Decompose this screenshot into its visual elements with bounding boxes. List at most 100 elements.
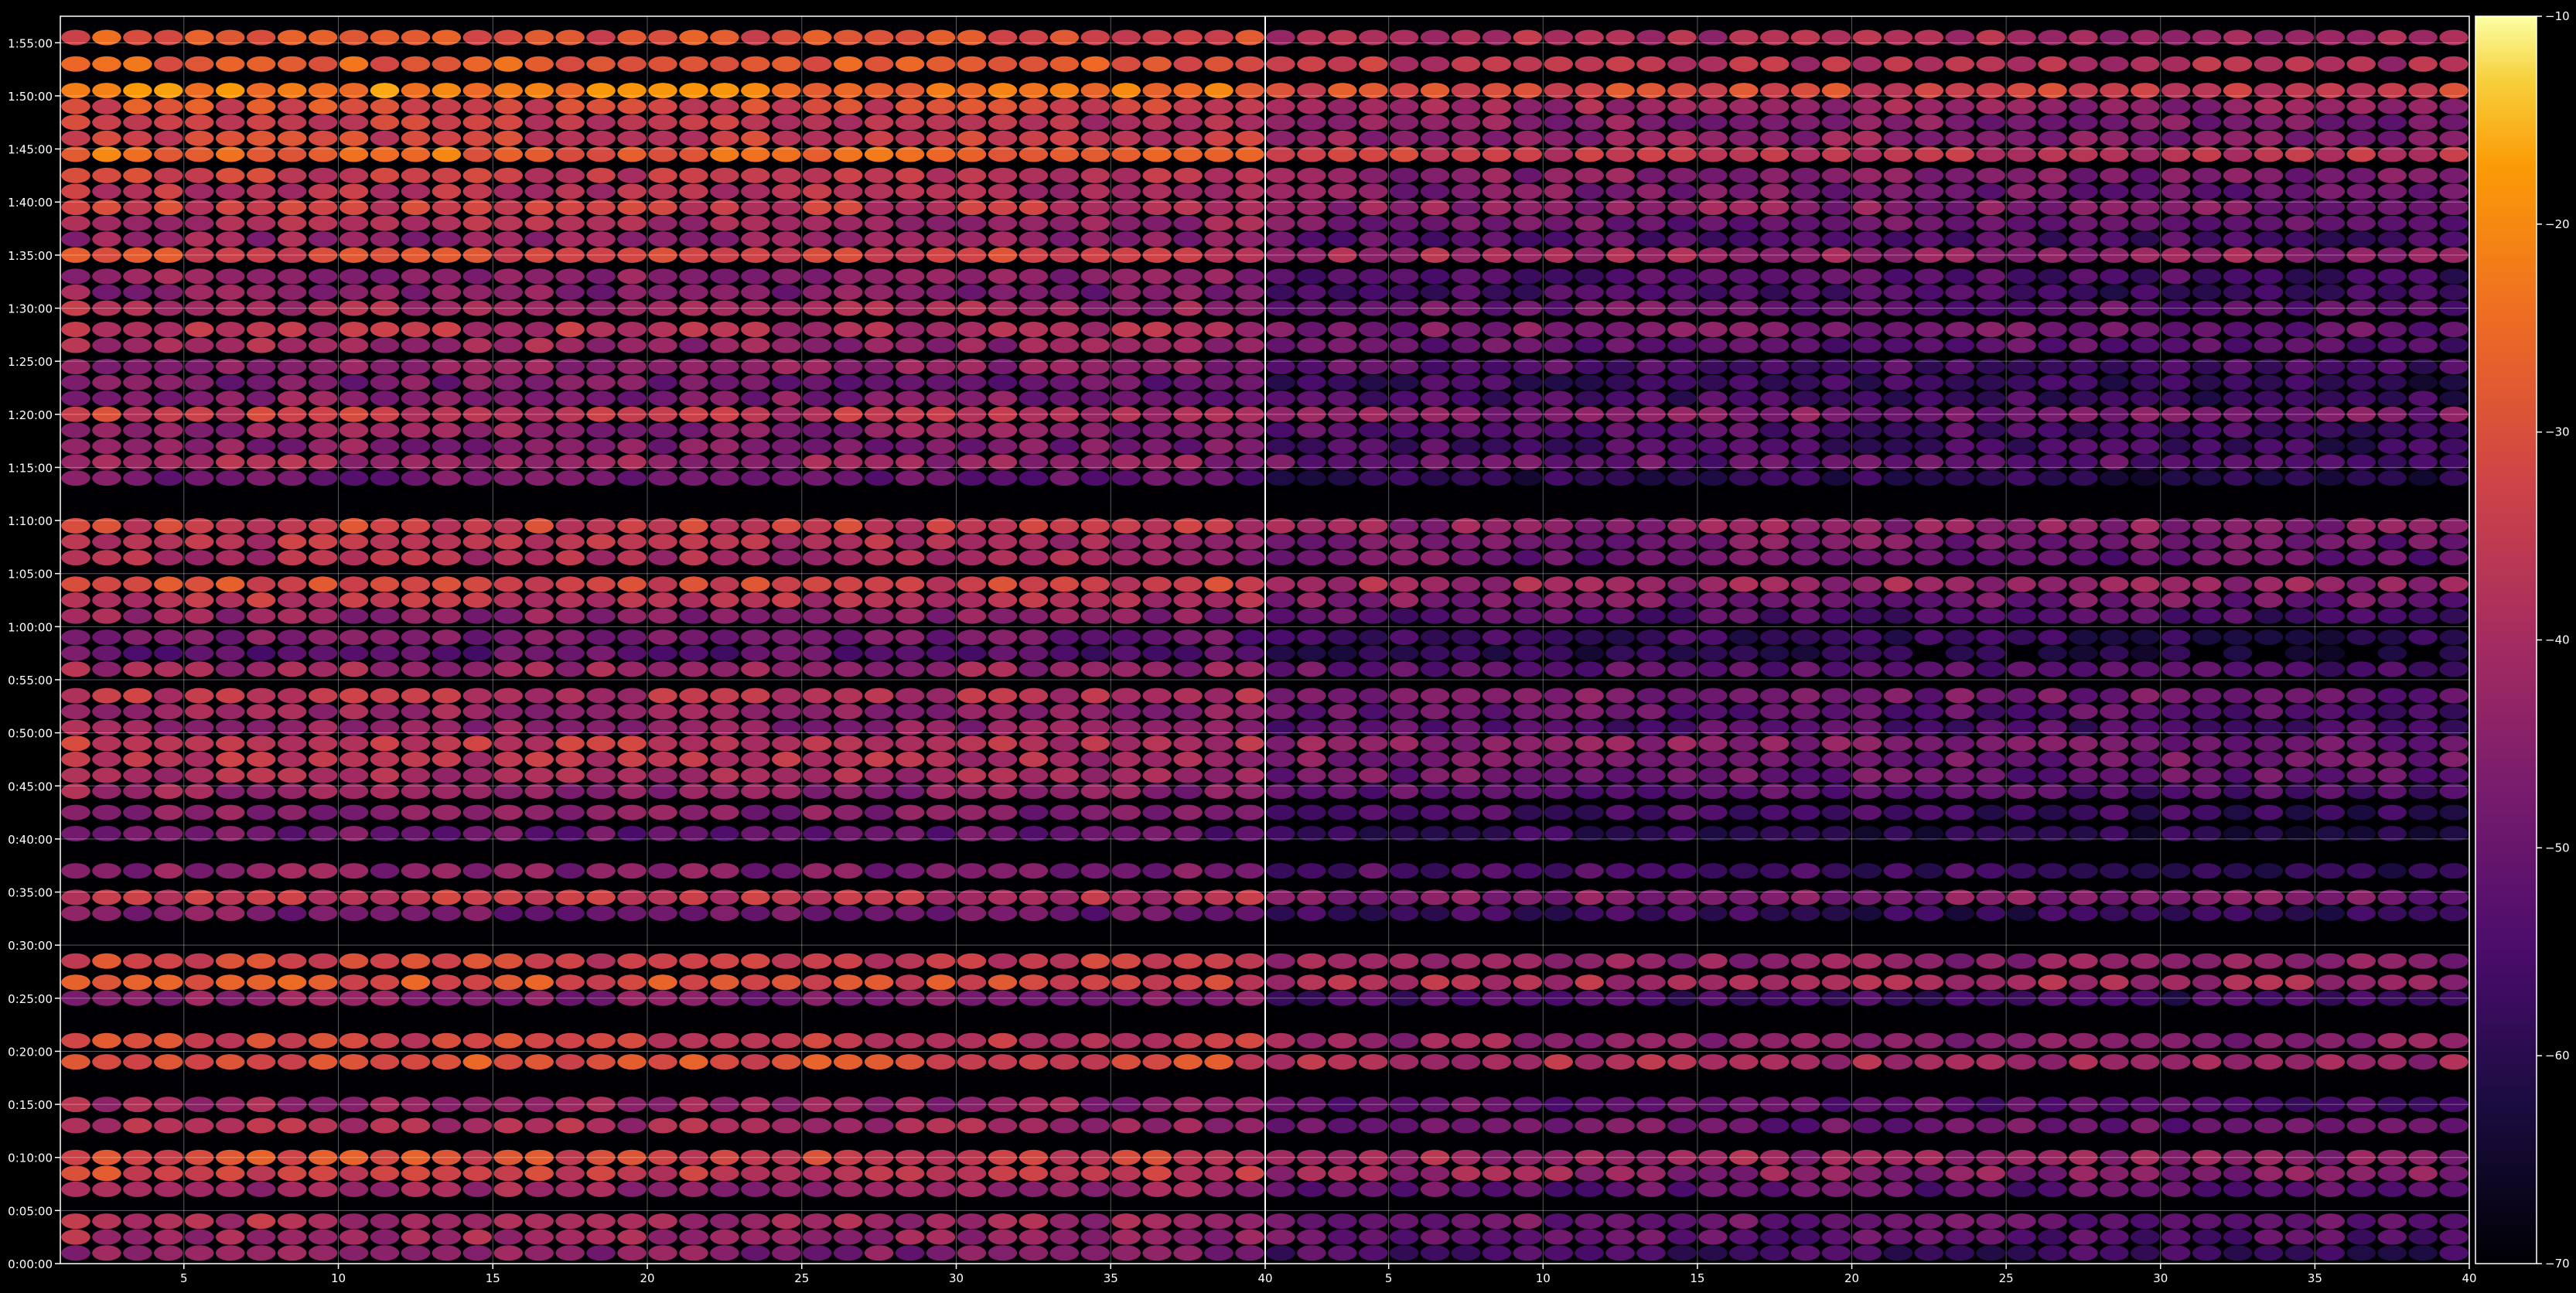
- heat-cell: [586, 661, 616, 677]
- heat-cell: [1914, 608, 1944, 624]
- heat-cell: [2100, 167, 2129, 183]
- heat-cell: [1204, 391, 1233, 407]
- heat-cell: [524, 704, 554, 720]
- heat-cell: [2192, 1054, 2222, 1070]
- heat-cell: [1080, 629, 1111, 646]
- heat-cell: [1080, 592, 1111, 609]
- heat-cell: [1018, 183, 1049, 200]
- heat-cell: [1018, 114, 1049, 131]
- heat-cell: [1049, 687, 1080, 704]
- x-tick-label: 20: [640, 1271, 654, 1285]
- heat-cell: [2161, 953, 2191, 969]
- heat-cell: [2346, 592, 2376, 609]
- heat-cell: [2408, 863, 2438, 879]
- heat-cell: [2315, 1245, 2346, 1261]
- heat-cell: [1204, 704, 1233, 720]
- heat-cell: [1914, 534, 1944, 550]
- heat-cell: [802, 804, 832, 820]
- heat-cell: [741, 321, 770, 337]
- heat-cell: [154, 1032, 183, 1049]
- heat-cell: [679, 114, 708, 131]
- heat-cell: [2161, 56, 2191, 72]
- heat-cell: [2131, 231, 2160, 247]
- heat-cell: [1575, 438, 1604, 454]
- heat-cell: [1420, 534, 1450, 550]
- heat-cell: [2069, 268, 2098, 285]
- heat-cell: [1389, 422, 1419, 438]
- heat-cell: [1759, 1054, 1790, 1070]
- heat-cell: [154, 374, 183, 391]
- heat-cell: [586, 321, 616, 337]
- heat-cell: [1173, 1213, 1203, 1230]
- heat-cell: [1852, 1054, 1882, 1070]
- heat-cell: [1852, 438, 1882, 454]
- heat-cell: [246, 1032, 276, 1049]
- heat-cell: [1698, 438, 1728, 454]
- heat-cell: [1420, 1165, 1450, 1182]
- heat-cell: [524, 56, 554, 72]
- heat-cell: [1852, 1117, 1882, 1134]
- heat-cell: [1821, 422, 1851, 438]
- heat-cell: [1018, 608, 1049, 624]
- heat-cell: [1080, 704, 1111, 720]
- heat-cell: [246, 804, 276, 820]
- heat-cell: [2408, 1032, 2438, 1049]
- heat-cell: [802, 183, 832, 200]
- heat-cell: [308, 974, 338, 991]
- heat-cell: [1235, 470, 1264, 486]
- heat-cell: [2284, 629, 2315, 646]
- heat-cell: [1976, 645, 2005, 661]
- heat-cell: [2315, 645, 2346, 661]
- heat-cell: [648, 438, 677, 454]
- heat-cell: [710, 470, 739, 486]
- heat-cell: [1883, 863, 1913, 879]
- heat-cell: [772, 905, 801, 921]
- heat-cell: [833, 550, 863, 566]
- heat-cell: [1605, 167, 1635, 183]
- heat-cell: [154, 268, 183, 285]
- heat-cell: [401, 374, 431, 391]
- heat-cell: [2131, 1213, 2160, 1230]
- heat-cell: [926, 215, 956, 231]
- heat-cell: [1513, 422, 1543, 438]
- heat-cell: [555, 167, 585, 183]
- heat-cell: [2161, 1032, 2191, 1049]
- heat-cell: [2192, 268, 2222, 285]
- heat-cell: [2408, 337, 2438, 353]
- heat-cell: [493, 704, 524, 720]
- heat-cell: [1173, 704, 1203, 720]
- heat-cell: [462, 374, 493, 391]
- heat-cell: [2408, 1054, 2438, 1070]
- heat-cell: [61, 438, 90, 454]
- heat-cell: [1389, 735, 1419, 752]
- heat-cell: [2408, 1229, 2438, 1245]
- heat-cell: [1821, 1181, 1851, 1197]
- heat-cell: [339, 863, 369, 879]
- heat-cell: [1976, 534, 2005, 550]
- heat-cell: [2254, 215, 2284, 231]
- heat-cell: [2408, 470, 2438, 486]
- heat-cell: [401, 735, 431, 752]
- heat-cell: [462, 183, 493, 200]
- heat-cell: [1266, 863, 1295, 879]
- heat-cell: [1482, 1165, 1512, 1182]
- heat-cell: [1976, 767, 2005, 783]
- heat-cell: [833, 661, 863, 677]
- heat-cell: [2439, 1245, 2469, 1261]
- heat-cell: [772, 470, 801, 486]
- heat-cell: [1544, 661, 1574, 677]
- heat-cell: [648, 268, 677, 285]
- heat-cell: [2284, 1117, 2315, 1134]
- heat-cell: [2346, 767, 2376, 783]
- heat-cell: [1451, 337, 1481, 353]
- heat-cell: [1235, 804, 1264, 820]
- heat-cell: [1142, 1181, 1172, 1197]
- heat-cell: [2284, 422, 2315, 438]
- heat-cell: [741, 953, 770, 969]
- heat-cell: [2377, 687, 2407, 704]
- heat-cell: [1142, 183, 1172, 200]
- heat-cell: [246, 863, 276, 879]
- heat-cell: [2315, 1032, 2346, 1049]
- heat-cell: [1358, 1054, 1388, 1070]
- heat-cell: [1358, 391, 1388, 407]
